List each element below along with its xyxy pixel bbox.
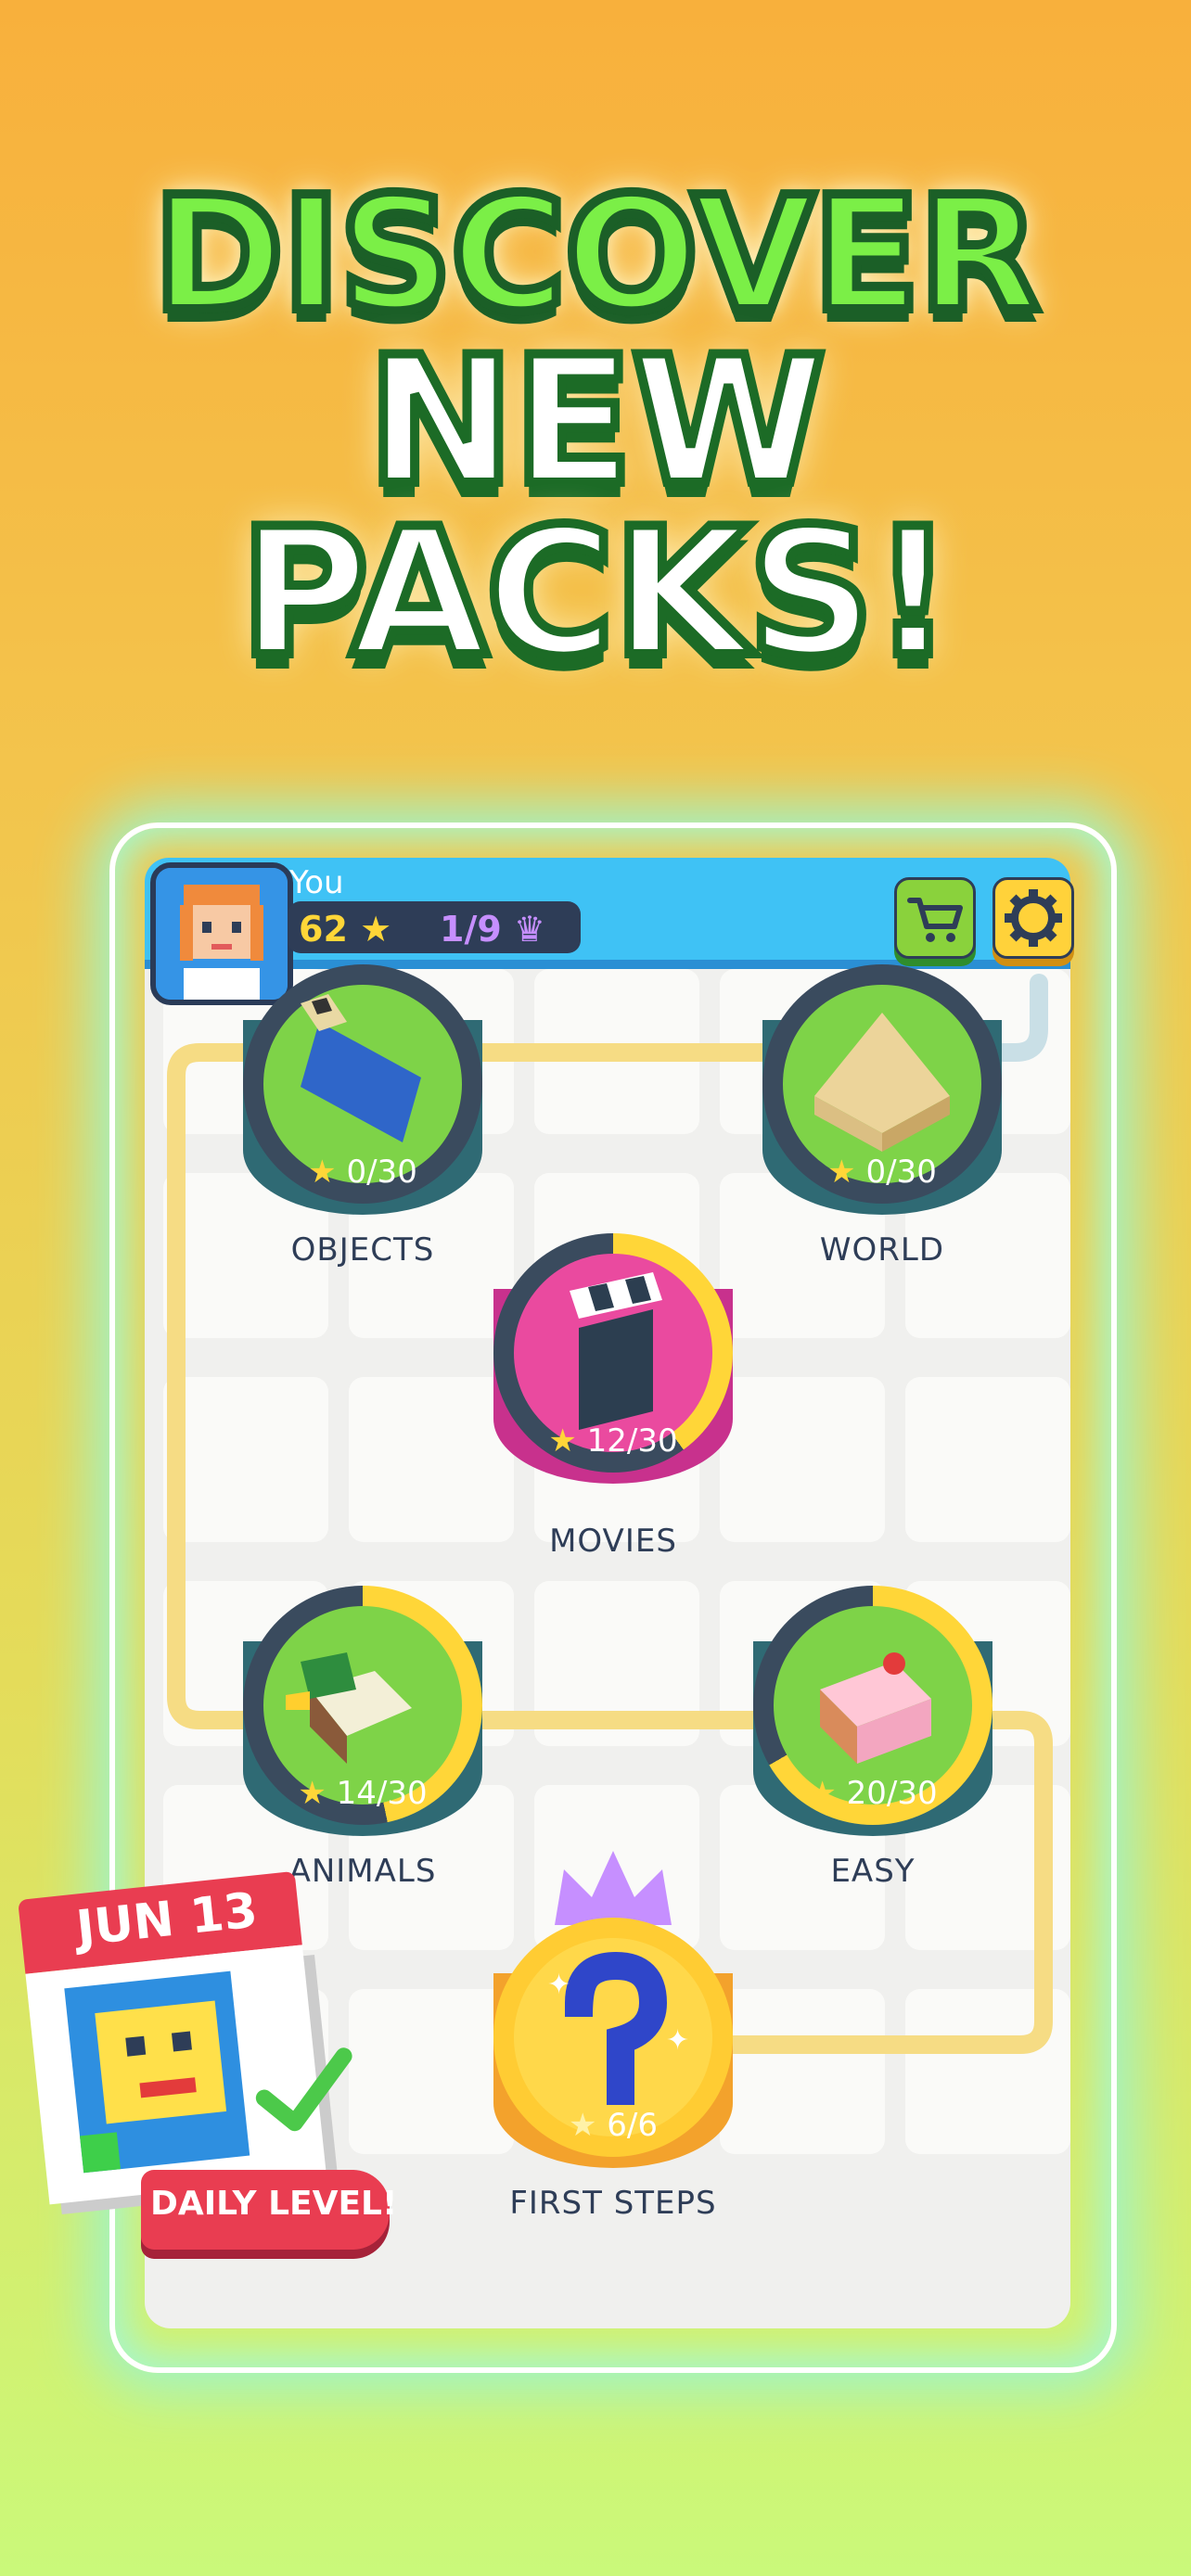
pack-progress: 20/30 xyxy=(846,1775,938,1812)
pack-progress: 0/30 xyxy=(865,1154,937,1191)
settings-button[interactable] xyxy=(992,877,1074,959)
pack-label: MOVIES xyxy=(549,1523,677,1560)
crown-icon: ♛ xyxy=(514,909,546,950)
svg-text:✦: ✦ xyxy=(666,2024,689,2057)
star-icon: ★ xyxy=(298,1775,327,1812)
star-icon: ★ xyxy=(548,1422,577,1460)
star-icon: ★ xyxy=(808,1775,837,1812)
stars-count: 62 ★ xyxy=(299,909,392,950)
gear-icon xyxy=(1005,889,1062,947)
pack-progress: 0/30 xyxy=(346,1154,417,1191)
crowns-count: 1/9 ♛ xyxy=(440,909,546,950)
checkmark-icon xyxy=(255,2047,352,2132)
shop-button[interactable] xyxy=(894,877,976,959)
daily-level-label: DAILY LEVEL! xyxy=(150,2185,398,2223)
avatar[interactable] xyxy=(150,862,293,1005)
pack-label: OBJECTS xyxy=(290,1231,435,1269)
svg-text:✦: ✦ xyxy=(547,1969,570,2001)
star-icon: ★ xyxy=(568,2107,597,2144)
pack-progress: 6/6 xyxy=(607,2107,658,2144)
pack-label: EASY xyxy=(830,1853,916,1890)
cart-icon xyxy=(907,898,963,942)
star-icon: ★ xyxy=(827,1154,856,1191)
daily-level-card[interactable]: JUN 13 xyxy=(18,1870,352,2214)
star-icon: ★ xyxy=(308,1154,337,1191)
pack-label: WORLD xyxy=(819,1231,945,1269)
pack-progress: 12/30 xyxy=(586,1422,678,1460)
pack-label: FIRST STEPS xyxy=(509,2185,717,2222)
player-name: You xyxy=(289,864,344,901)
pack-progress: 14/30 xyxy=(336,1775,428,1812)
star-icon: ★ xyxy=(360,909,392,950)
